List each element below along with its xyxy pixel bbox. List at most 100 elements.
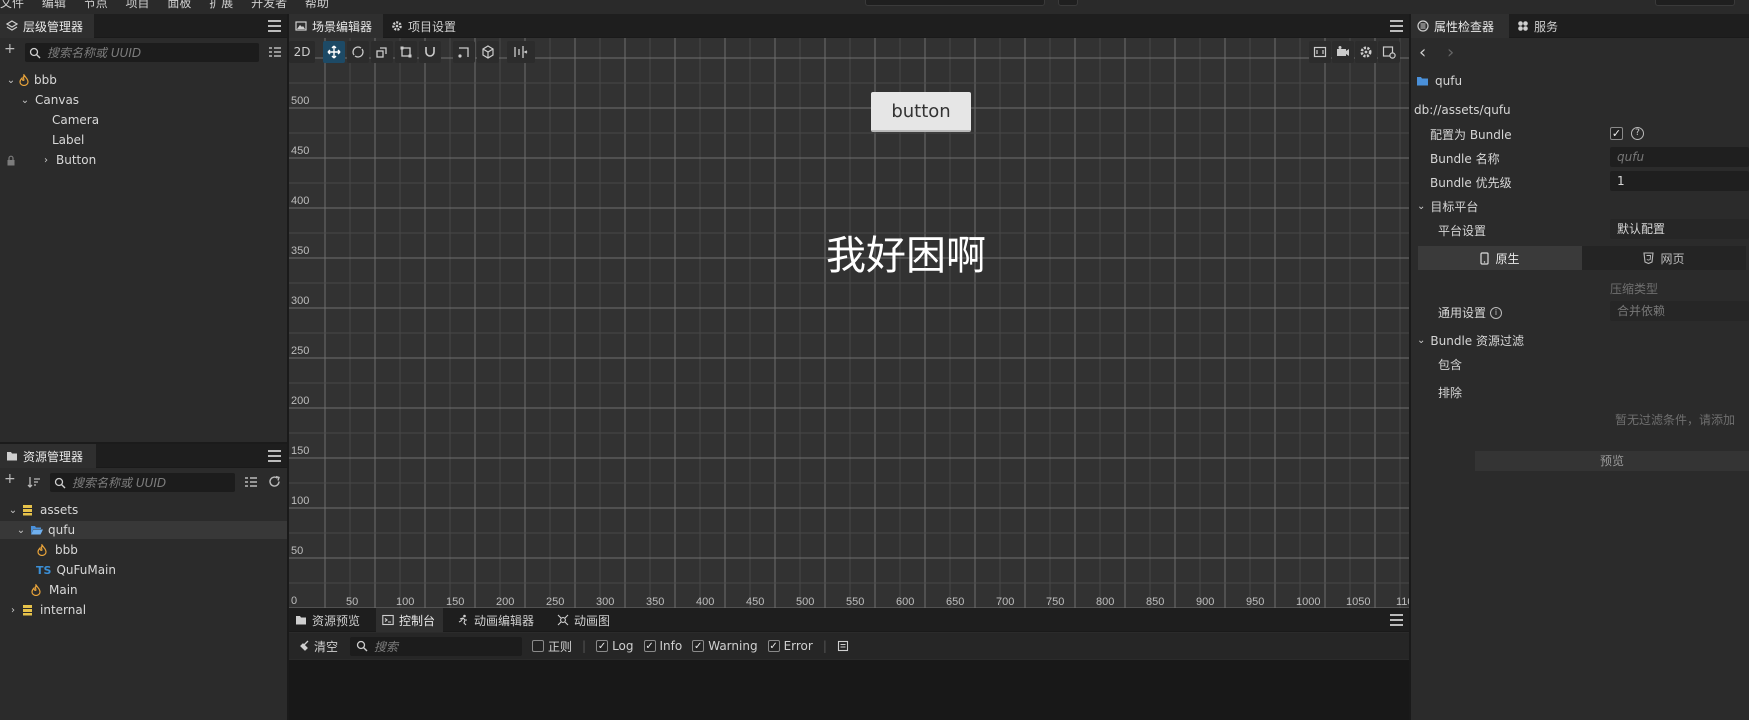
target-platform-section[interactable]: ⌄ 目标平台 — [1417, 198, 1478, 215]
filter-section[interactable]: ⌄ Bundle 资源过滤 — [1417, 332, 1524, 349]
list-toggle-icon[interactable] — [268, 46, 282, 58]
menu-panel[interactable]: 面板 — [167, 0, 191, 9]
log-checkbox[interactable]: ✓ Log — [596, 639, 634, 653]
chevron-right-icon[interactable]: › — [7, 605, 19, 616]
sort-icon[interactable] — [27, 476, 41, 488]
error-checkbox[interactable]: ✓ Error — [767, 639, 813, 653]
list-toggle-icon[interactable] — [244, 476, 258, 488]
preview-platform-select[interactable] — [865, 0, 1045, 6]
bundle-enabled-checkbox[interactable]: ✓ — [1610, 127, 1623, 140]
align-button[interactable] — [507, 41, 535, 63]
chevron-down-icon[interactable]: ⌄ — [1417, 335, 1425, 346]
scene-menu-icon[interactable] — [1390, 20, 1403, 32]
info-checkbox[interactable]: ✓ Info — [643, 639, 682, 653]
merge-deps-select[interactable]: 合并依赖 — [1610, 301, 1749, 321]
platform-settings-select[interactable]: 默认配置 — [1610, 219, 1749, 239]
preview-button[interactable]: 预览 — [1475, 451, 1749, 471]
checkbox-checked[interactable]: ✓ — [596, 640, 609, 652]
forward-icon[interactable]: › — [1447, 42, 1454, 63]
hierarchy-search-input[interactable]: 搜索名称或 UUID — [25, 43, 259, 62]
rotate-tool-button[interactable] — [347, 41, 369, 63]
chevron-down-icon[interactable]: ⌄ — [19, 95, 31, 106]
tab-services[interactable]: 服务 — [1511, 14, 1566, 38]
panel-divider[interactable] — [1409, 14, 1411, 720]
menu-node[interactable]: 节点 — [84, 0, 108, 9]
tree-node-button[interactable]: › Button — [0, 151, 287, 169]
x-tick-label: 700 — [996, 596, 1014, 608]
regex-checkbox[interactable]: 正则 — [532, 638, 572, 655]
asset-row-assets[interactable]: ⌄ assets — [0, 501, 287, 519]
chevron-down-icon[interactable]: ⌄ — [5, 75, 17, 86]
menu-extension[interactable]: 扩展 — [209, 0, 233, 9]
camera-button[interactable] — [1332, 41, 1354, 63]
menu-developer[interactable]: 开发者 — [251, 0, 287, 9]
chevron-down-icon[interactable]: ⌄ — [15, 525, 27, 536]
account-button[interactable] — [1655, 0, 1735, 6]
tab-animation-graph[interactable]: 动画图 — [551, 608, 618, 632]
asset-row-main[interactable]: Main — [0, 581, 287, 599]
asset-row-qufu[interactable]: ⌄ qufu — [0, 521, 287, 539]
assets-menu-icon[interactable] — [268, 450, 281, 462]
refresh-icon[interactable] — [268, 475, 281, 488]
lock-icon[interactable] — [6, 155, 16, 166]
hierarchy-menu-icon[interactable] — [268, 20, 281, 32]
menu-project[interactable]: 项目 — [126, 0, 150, 9]
tree-node-bbb[interactable]: ⌄ bbb — [0, 71, 287, 89]
tab-scene-editor[interactable]: 场景编辑器 — [289, 14, 383, 38]
console-log-area[interactable] — [289, 660, 1409, 720]
back-icon[interactable]: ‹ — [1419, 42, 1426, 63]
checkbox-box[interactable] — [532, 640, 545, 652]
snap-tool-button[interactable] — [419, 41, 441, 63]
menu-help[interactable]: 帮助 — [305, 0, 329, 9]
world-local-button[interactable] — [477, 41, 499, 63]
panel-divider[interactable] — [287, 14, 289, 720]
checkbox-checked[interactable]: ✓ — [692, 640, 705, 652]
bundle-priority-input[interactable]: 1 — [1610, 171, 1749, 191]
platform-tab-web[interactable]: 网页 — [1582, 246, 1746, 270]
chevron-down-icon[interactable]: ⌄ — [1417, 201, 1425, 212]
console-search-input[interactable]: 搜索 — [350, 636, 523, 656]
checkbox-checked[interactable]: ✓ — [767, 640, 780, 652]
tree-node-camera[interactable]: Camera — [0, 111, 287, 129]
rect-tool-button[interactable] — [395, 41, 417, 63]
help-icon[interactable]: ? — [1631, 127, 1644, 140]
asset-row-bbb[interactable]: bbb — [0, 541, 287, 559]
asset-row-qufumain[interactable]: TS QuFuMain — [0, 561, 287, 579]
gizmo-settings-button[interactable] — [1378, 41, 1400, 63]
scene-label-node[interactable]: 我好困啊 — [826, 234, 986, 278]
platform-tab-native[interactable]: 原生 — [1418, 246, 1582, 270]
tree-node-canvas[interactable]: ⌄ Canvas — [0, 91, 287, 109]
add-asset-icon[interactable]: + — [4, 471, 16, 487]
console-menu-icon[interactable] — [1390, 614, 1403, 626]
log-file-icon[interactable] — [837, 640, 849, 652]
tab-console[interactable]: 控制台 — [376, 608, 444, 632]
chevron-right-icon[interactable]: › — [40, 155, 52, 166]
bundle-name-input[interactable]: qufu — [1610, 147, 1749, 167]
tab-hierarchy[interactable]: 层级管理器 — [0, 14, 94, 38]
scene-viewport[interactable]: 500 450 400 350 300 250 200 150 100 50 0 50 100 150 20… — [289, 38, 1409, 608]
add-node-icon[interactable]: + — [4, 41, 16, 57]
play-button[interactable] — [1058, 0, 1078, 6]
scene-button-node[interactable]: button — [871, 92, 971, 132]
scene-settings-button[interactable] — [1355, 41, 1377, 63]
chevron-down-icon[interactable]: ⌄ — [7, 505, 19, 516]
pivot-button[interactable] — [453, 41, 475, 63]
checkbox-checked[interactable]: ✓ — [643, 640, 656, 652]
tab-asset-preview[interactable]: 资源预览 — [289, 608, 368, 632]
tab-assets[interactable]: 资源管理器 — [0, 444, 96, 468]
tab-inspector[interactable]: 属性检查器 — [1411, 14, 1509, 38]
scale-tool-button[interactable] — [371, 41, 393, 63]
menu-edit[interactable]: 编辑 — [42, 0, 66, 9]
menu-file[interactable]: 文件 — [0, 0, 24, 9]
asset-row-internal[interactable]: › internal — [0, 601, 287, 619]
clear-button[interactable]: 清空 — [299, 638, 338, 655]
scene-view-button[interactable] — [1309, 41, 1331, 63]
move-tool-button[interactable] — [323, 41, 345, 63]
mode-2d-button[interactable]: 2D — [289, 41, 315, 63]
warning-checkbox[interactable]: ✓ Warning — [692, 639, 758, 653]
tab-project-settings[interactable]: 项目设置 — [385, 14, 464, 38]
assets-search-input[interactable]: 搜索名称或 UUID — [50, 473, 235, 492]
info-icon[interactable]: i — [1490, 306, 1503, 319]
tree-node-label[interactable]: Label — [0, 131, 287, 149]
tab-animation-editor[interactable]: 动画编辑器 — [451, 608, 542, 632]
